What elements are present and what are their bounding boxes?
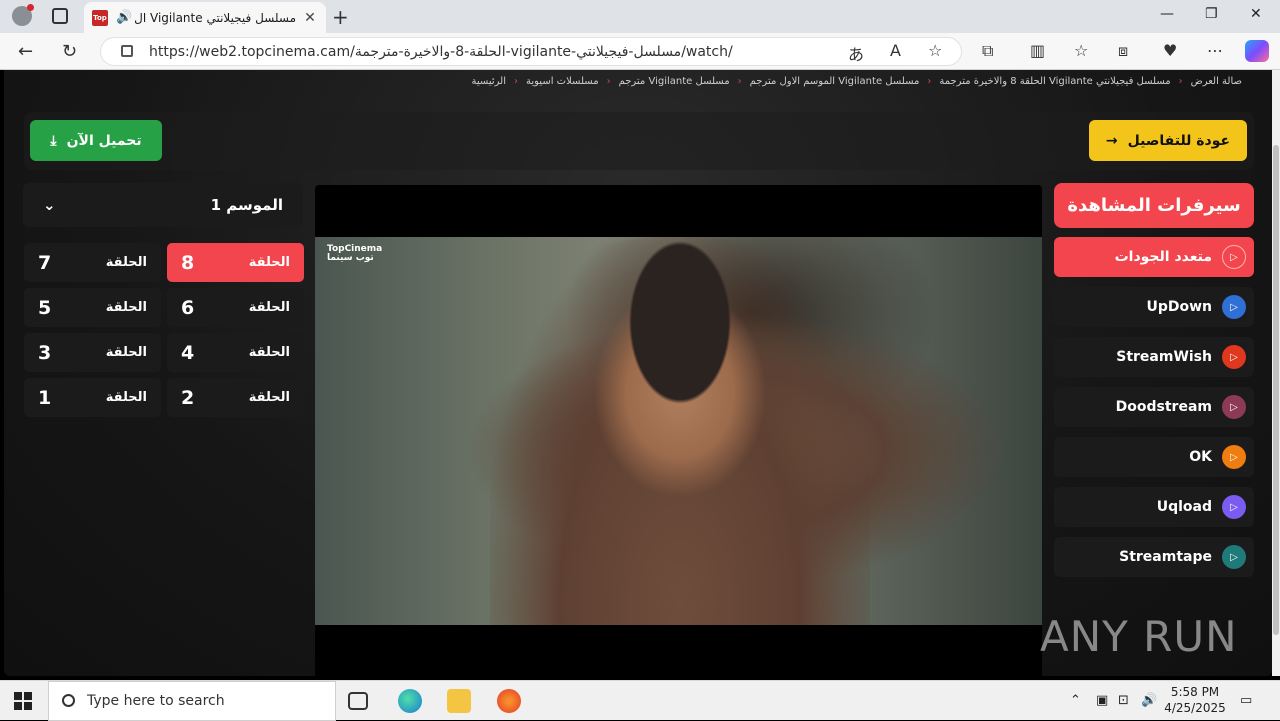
task-view-icon[interactable] <box>348 692 368 710</box>
server-item[interactable]: Doodstream ▷ <box>1054 387 1254 427</box>
play-icon: ▷ <box>1222 395 1246 419</box>
breadcrumb-item[interactable]: مسلسلات اسيوية <box>526 76 599 87</box>
download-label: تحميل الآن <box>66 132 142 149</box>
server-list: سيرفرات المشاهدة متعدد الجودات ▷ UpDown … <box>1054 183 1254 577</box>
play-icon: ▷ <box>1222 445 1246 469</box>
episode-item[interactable]: الحلقة 3 <box>24 333 161 372</box>
translate-icon[interactable]: あ <box>848 41 864 65</box>
season-selector[interactable]: ⌄ الموسم 1 <box>23 183 303 227</box>
breadcrumb-item[interactable]: مسلسل Vigilante الموسم الاول مترجم <box>750 76 920 87</box>
server-item[interactable]: متعدد الجودات ▷ <box>1054 237 1254 277</box>
breadcrumb-item[interactable]: الرئيسية <box>472 76 506 87</box>
collections-icon[interactable]: ⧈ <box>1118 41 1128 61</box>
file-explorer-icon[interactable] <box>447 689 471 713</box>
server-item[interactable]: OK ▷ <box>1054 437 1254 477</box>
notification-icon[interactable]: ▭ <box>1240 693 1252 708</box>
play-icon: ▷ <box>1222 345 1246 369</box>
video-still-image <box>490 237 870 625</box>
episode-item[interactable]: الحلقة 7 <box>24 243 161 282</box>
back-arrow-icon[interactable]: ← <box>18 41 33 62</box>
url-field[interactable]: https://web2.topcinema.cam/الحلقة-8-والا… <box>100 37 962 66</box>
tab-actions-icon[interactable] <box>52 8 68 24</box>
servers-heading: سيرفرات المشاهدة <box>1054 183 1254 228</box>
more-menu-icon[interactable]: ⋯ <box>1207 41 1223 60</box>
breadcrumb-separator-icon: ‹ <box>1178 76 1183 87</box>
refresh-icon[interactable]: ↻ <box>62 41 77 62</box>
breadcrumb-item[interactable]: مسلسل Vigilante مترجم <box>619 76 730 87</box>
play-icon: ▷ <box>1222 295 1246 319</box>
episode-item[interactable]: الحلقة 2 <box>167 378 304 417</box>
breadcrumb-separator-icon: ‹ <box>606 76 611 87</box>
episode-item[interactable]: الحلقة 1 <box>24 378 161 417</box>
audio-playing-icon[interactable]: 🔊 <box>116 10 134 25</box>
restore-icon[interactable]: ❐ <box>1205 6 1218 22</box>
tray-device-icon[interactable]: ▣ <box>1096 693 1108 708</box>
chevron-down-icon: ⌄ <box>43 196 56 214</box>
back-label: عودة للتفاصيل <box>1127 132 1231 149</box>
breadcrumb-separator-icon: ‹ <box>514 76 518 87</box>
url-text: https://web2.topcinema.cam/الحلقة-8-والا… <box>149 43 733 60</box>
play-icon: ▷ <box>1222 495 1246 519</box>
read-aloud-icon[interactable]: A <box>890 41 901 60</box>
anyrun-watermark: ANY RUN <box>1040 612 1238 661</box>
favorites-icon[interactable]: ☆ <box>1074 41 1088 60</box>
breadcrumb: الرئيسية ‹ مسلسلات اسيوية ‹ مسلسل Vigila… <box>472 76 1242 87</box>
search-icon <box>62 694 75 707</box>
firefox-icon[interactable] <box>497 689 521 713</box>
window-close-icon[interactable]: ✕ <box>1250 6 1262 22</box>
video-player[interactable]: TopCinema توب سينما <box>315 185 1042 676</box>
play-icon: ▷ <box>1222 245 1246 269</box>
back-to-details-button[interactable]: عودة للتفاصيل → <box>1089 120 1247 161</box>
season-label: الموسم 1 <box>210 196 283 214</box>
browser-tab[interactable]: Top 🔊 مسلسل فيجيلانتي Vigilante ال ✕ <box>84 2 326 33</box>
server-item[interactable]: Uqload ▷ <box>1054 487 1254 527</box>
channel-watermark: TopCinema توب سينما <box>327 244 383 263</box>
edge-icon[interactable] <box>398 689 422 713</box>
play-icon: ▷ <box>1222 545 1246 569</box>
minimize-icon[interactable]: — <box>1160 6 1174 22</box>
web-page: الرئيسية ‹ مسلسلات اسيوية ‹ مسلسل Vigila… <box>4 70 1272 676</box>
profile-icon[interactable] <box>12 4 34 26</box>
volume-icon[interactable]: 🔊 <box>1141 693 1157 708</box>
tray-chevron-icon[interactable]: ⌃ <box>1070 693 1081 708</box>
breadcrumb-item[interactable]: مسلسل فيجيلانتي Vigilante الحلقة 8 والاخ… <box>939 76 1170 87</box>
address-toolbar: ← ↻ https://web2.topcinema.cam/الحلقة-8-… <box>0 33 1280 70</box>
download-now-button[interactable]: تحميل الآن ⤓ <box>30 120 162 161</box>
server-item[interactable]: Streamtape ▷ <box>1054 537 1254 577</box>
windows-taskbar: Type here to search ⌃ ▣ ⊡ 🔊 5:58 PM 4/25… <box>0 680 1280 721</box>
breadcrumb-separator-icon: ‹ <box>927 76 932 87</box>
search-placeholder: Type here to search <box>87 693 225 709</box>
taskbar-search[interactable]: Type here to search <box>48 681 336 721</box>
episode-list: الحلقة 8 الحلقة 7 الحلقة 6 الحلقة 5 الحل… <box>23 243 304 417</box>
server-item[interactable]: UpDown ▷ <box>1054 287 1254 327</box>
network-icon[interactable]: ⊡ <box>1118 693 1129 708</box>
new-tab-icon[interactable]: + <box>332 5 349 29</box>
copilot-icon[interactable] <box>1245 40 1269 62</box>
episode-item[interactable]: الحلقة 6 <box>167 288 304 327</box>
clock[interactable]: 5:58 PM 4/25/2025 <box>1160 684 1230 716</box>
split-screen-icon[interactable]: ▥ <box>1030 41 1045 60</box>
server-item[interactable]: StreamWish ▷ <box>1054 337 1254 377</box>
extensions-icon[interactable]: ⧉ <box>982 41 993 61</box>
breadcrumb-item: صالة العرض <box>1190 76 1242 87</box>
lock-icon[interactable] <box>121 45 133 57</box>
tab-close-icon[interactable]: ✕ <box>302 10 318 26</box>
favorite-star-icon[interactable]: ☆ <box>928 41 942 60</box>
episode-item[interactable]: الحلقة 4 <box>167 333 304 372</box>
episode-item[interactable]: الحلقة 5 <box>24 288 161 327</box>
video-frame[interactable] <box>315 237 1042 625</box>
browser-tab-bar: Top 🔊 مسلسل فيجيلانتي Vigilante ال ✕ + —… <box>0 0 1280 33</box>
tab-title: مسلسل فيجيلانتي Vigilante ال <box>134 10 296 25</box>
breadcrumb-separator-icon: ‹ <box>737 76 742 87</box>
episode-item[interactable]: الحلقة 8 <box>167 243 304 282</box>
performance-icon[interactable]: ♥ <box>1163 41 1177 60</box>
page-scrollbar[interactable] <box>1272 70 1280 676</box>
windows-start-icon[interactable] <box>14 692 32 710</box>
download-icon: ⤓ <box>50 132 57 149</box>
site-favicon-icon: Top <box>92 9 108 26</box>
arrow-right-icon: → <box>1105 132 1118 149</box>
